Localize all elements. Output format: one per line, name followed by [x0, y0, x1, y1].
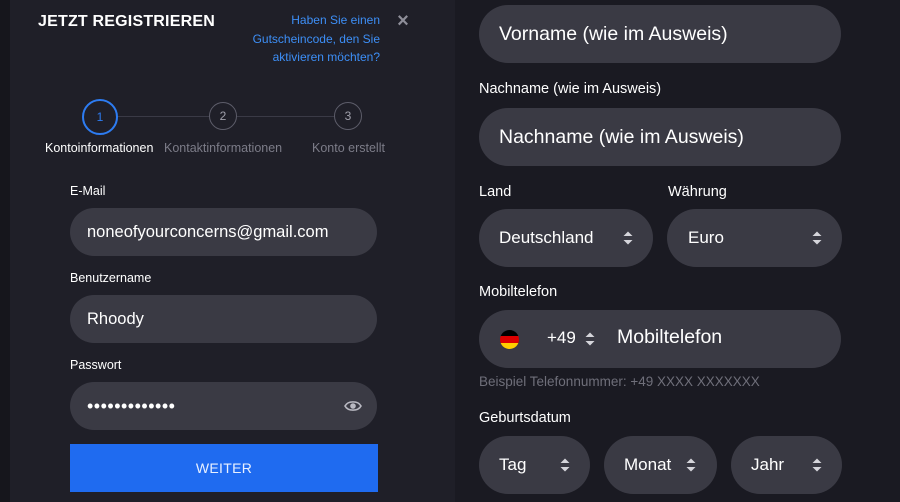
- year-placeholder: Jahr: [751, 455, 785, 474]
- currency-label: Währung: [668, 184, 727, 200]
- country-select[interactable]: Deutschland: [479, 209, 653, 267]
- lastname-label: Nachname (wie im Ausweis): [479, 81, 662, 97]
- currency-value: Euro: [688, 228, 724, 247]
- month-placeholder: Monat: [624, 455, 672, 474]
- stepper-connector-1: [116, 116, 210, 117]
- sort-updown-icon: [812, 231, 822, 245]
- voucher-link-line-2: Gutscheincode, den Sie: [252, 31, 380, 46]
- lastname-placeholder: Nachname (wie im Ausweis): [499, 126, 744, 148]
- sort-updown-icon: [686, 458, 696, 472]
- password-field[interactable]: •••••••••••••: [70, 382, 377, 430]
- sort-updown-icon: [812, 458, 822, 472]
- country-label: Land: [479, 184, 512, 200]
- step-3-circle: 3: [334, 102, 362, 130]
- country-value: Deutschland: [499, 228, 594, 247]
- mobile-hint: Beispiel Telefonnummer: +49 XXXX XXXXXXX: [479, 374, 760, 389]
- show-password-eye-icon[interactable]: [344, 399, 362, 413]
- step-3-label: Konto erstellt: [312, 141, 385, 155]
- year-select[interactable]: Jahr: [731, 436, 842, 494]
- continue-button[interactable]: WEITER: [70, 444, 378, 492]
- lastname-field[interactable]: Nachname (wie im Ausweis): [479, 108, 841, 166]
- close-icon[interactable]: ×: [395, 11, 411, 31]
- country-code-select[interactable]: +49: [547, 328, 576, 348]
- registration-panel-step-1: JETZT REGISTRIEREN Haben Sie einen Gutsc…: [0, 0, 455, 502]
- month-select[interactable]: Monat: [604, 436, 717, 494]
- germany-flag-icon[interactable]: [500, 330, 519, 349]
- country-code-value: +49: [547, 328, 576, 347]
- username-value: Rhoody: [87, 310, 144, 328]
- password-label: Passwort: [70, 358, 122, 372]
- sort-updown-icon: [560, 458, 570, 472]
- username-field[interactable]: Rhoody: [70, 295, 377, 343]
- firstname-field[interactable]: Vorname (wie im Ausweis): [479, 5, 841, 63]
- step-1-label: Kontoinformationen: [45, 141, 154, 155]
- email-field[interactable]: noneofyourconcerns@gmail.com: [70, 208, 377, 256]
- page-title: JETZT REGISTRIEREN: [38, 13, 215, 30]
- voucher-code-link[interactable]: Haben Sie einen Gutscheincode, den Sie a…: [230, 11, 380, 67]
- email-value: noneofyourconcerns@gmail.com: [87, 223, 329, 241]
- firstname-placeholder: Vorname (wie im Ausweis): [499, 23, 728, 45]
- mobile-label: Mobiltelefon: [479, 284, 558, 300]
- voucher-link-line-1: Haben Sie einen: [291, 13, 380, 27]
- day-placeholder: Tag: [499, 455, 527, 474]
- panel-edge: [0, 0, 10, 502]
- mobile-placeholder: Mobiltelefon: [617, 326, 723, 348]
- day-select[interactable]: Tag: [479, 436, 590, 494]
- voucher-link-line-3: aktivieren möchten?: [272, 50, 380, 64]
- email-label: E-Mail: [70, 184, 106, 198]
- password-value: •••••••••••••: [87, 396, 176, 416]
- currency-select[interactable]: Euro: [667, 209, 842, 267]
- mobile-input[interactable]: Mobiltelefon: [617, 326, 722, 349]
- birthdate-label: Geburtsdatum: [479, 410, 571, 426]
- step-2-circle: 2: [209, 102, 237, 130]
- sort-updown-icon: [623, 231, 633, 245]
- step-2-label: Kontaktinformationen: [164, 141, 283, 155]
- username-label: Benutzername: [70, 271, 152, 285]
- step-1-circle: 1: [82, 99, 118, 135]
- stepper-connector-2: [237, 116, 334, 117]
- sort-updown-icon: [585, 332, 595, 346]
